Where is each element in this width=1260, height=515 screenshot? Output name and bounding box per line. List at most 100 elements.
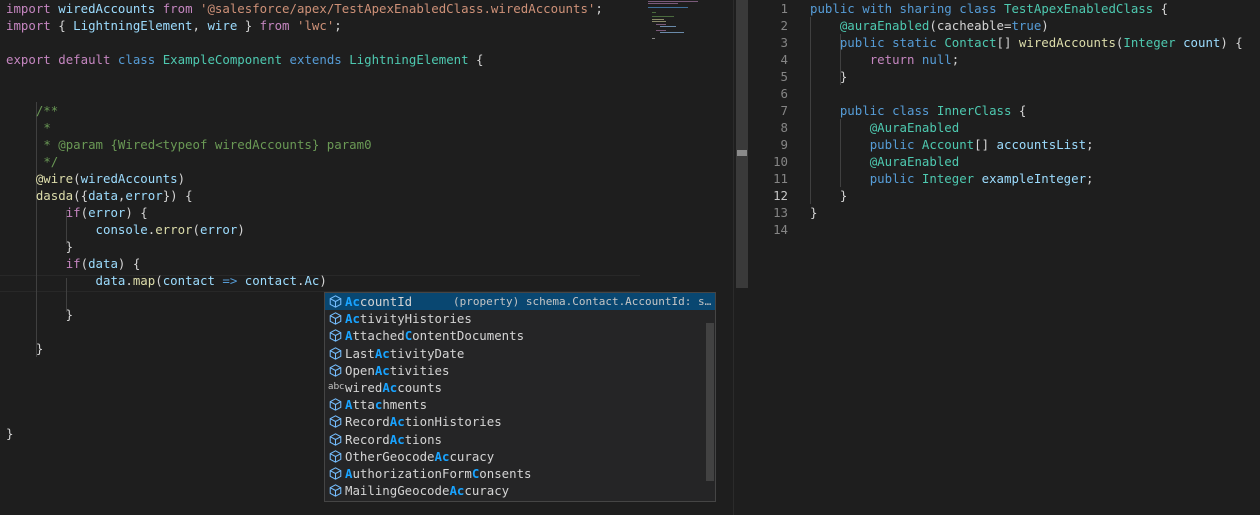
code-line[interactable]: */ [6,153,58,170]
code-line[interactable]: @AuraEnabled [810,119,960,136]
code-token: console [95,222,148,237]
code-line[interactable]: public Account[] accountsList; [810,136,1094,153]
code-token: { [1153,1,1169,16]
suggestions-scrollbar[interactable] [706,323,714,481]
code-line[interactable]: } [6,340,43,357]
cube-icon [329,450,342,463]
code-token: count [1183,35,1221,50]
code-line[interactable]: } [6,306,73,323]
suggestion-label: ActivityHistories [345,311,472,327]
code-token: from [162,1,193,16]
code-token: error [155,222,193,237]
code-token: return [869,52,915,67]
code-line[interactable]: } [810,204,817,221]
code-line[interactable]: * [6,119,50,136]
suggestion-item[interactable]: OpenActivities [325,362,715,379]
code-line[interactable]: dasda({data,error}) { [6,187,193,204]
code-line[interactable]: @wire(wiredAccounts) [6,170,185,187]
code-token: [] [974,137,997,152]
code-line[interactable]: data.map(contact => contact.Ac) [6,272,327,289]
code-token: public [839,103,885,118]
code-line[interactable]: /** [6,102,58,119]
code-line[interactable]: } [6,238,73,255]
cube-icon [329,415,342,429]
code-line[interactable]: } [6,425,13,442]
code-token: wiredAccounts [58,1,156,16]
suggestion-item[interactable]: Attachments [325,396,715,413]
code-token: @auraEnabled [839,18,930,33]
code-line[interactable]: public class InnerClass { [810,102,1027,119]
suggestion-item[interactable]: MailingGeocodeAccuracy [325,482,715,499]
code-token: ( [80,256,89,271]
code-line[interactable]: console.error(error) [6,221,245,238]
code-line[interactable]: public with sharing class TestApexEnable… [810,0,1168,17]
suggestion-item[interactable]: RecordActionHistories [325,413,715,430]
code-line[interactable]: if(error) { [6,204,148,221]
code-token: ) { [117,256,141,271]
code-line[interactable]: * @param {Wired<typeof wiredAccounts} pa… [6,136,371,153]
code-token: with [862,1,893,16]
code-line[interactable]: } [810,68,847,85]
code-token: data [88,188,118,203]
code-line[interactable]: public static Contact[] wiredAccounts(In… [810,34,1243,51]
code-line[interactable]: import { LightningElement, wire } from '… [6,17,342,34]
suggestion-item[interactable]: LastActivityDate [325,345,715,362]
code-token: ; [1086,171,1094,186]
code-line[interactable]: } [810,187,847,204]
code-token: Account [921,137,975,152]
code-line[interactable]: if(data) { [6,255,141,272]
code-token: ({ [73,188,89,203]
cube-icon [329,295,342,308]
code-line[interactable]: return null; [810,51,960,68]
code-token: ; [334,18,342,33]
suggestion-label: OpenActivities [345,362,450,378]
code-token: contact [244,273,297,288]
code-line[interactable]: @auraEnabled(cacheable=true) [810,17,1049,34]
suggestion-item[interactable]: AuthorizationFormConsents [325,465,715,482]
suggestion-item[interactable]: RecordActions [325,431,715,448]
suggestion-item[interactable]: abc wiredAccounts [325,379,715,396]
suggestion-label: RecordActions [345,431,442,447]
line-number: 11 [773,171,788,186]
code-token: ( [80,205,89,220]
cube-icon [329,364,342,377]
cube-icon [329,398,342,411]
suggestion-item[interactable]: ActivityHistories [325,310,715,327]
code-line[interactable]: export default class ExampleComponent ex… [6,51,484,68]
autocomplete-suggestions[interactable]: AccountId (property) schema.Contact.Accou… [324,292,716,502]
code-token: if [65,205,81,220]
suggestion-item[interactable]: AttachedContentDocuments [325,327,715,344]
code-token: { [50,18,74,33]
code-token: ExampleComponent [162,52,283,67]
code-token: Integer [1123,35,1176,50]
code-token: cacheable [936,18,1004,33]
right-editor[interactable]: 1 public with sharing class TestApexEnabl… [748,0,1260,515]
code-token: TestApexEnabledClass [1004,1,1154,16]
suggestion-item[interactable]: AccountId (property) schema.Contact.Accou… [325,293,715,310]
code-token: } [6,426,14,441]
line-number: 7 [780,103,788,118]
code-line[interactable]: @AuraEnabled [810,153,960,170]
code-token: class [892,103,930,118]
code-token: LightningElement [349,52,469,67]
code-line[interactable]: public Integer exampleInteger; [810,170,1094,187]
editor-scrollbar[interactable] [733,0,748,515]
suggestion-item[interactable]: OtherGeocodeAccuracy [325,448,715,465]
code-line[interactable]: import wiredAccounts from '@salesforce/a… [6,0,603,17]
code-token: ) { [125,205,148,220]
minimap[interactable] [648,0,733,50]
abc-icon: abc [328,382,345,392]
code-token: } [6,341,44,356]
scrollbar-thumb[interactable] [736,0,748,288]
